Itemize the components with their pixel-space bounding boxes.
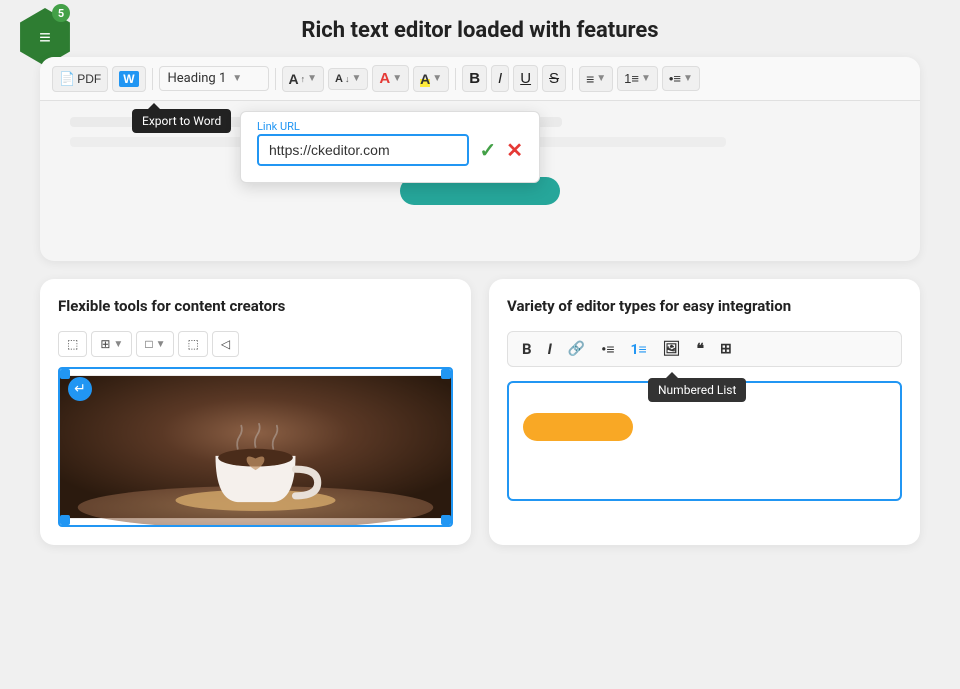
toolbar-separator-4 — [572, 68, 573, 90]
chevron-down-icon-3: ▼ — [352, 73, 362, 84]
numbered-list-icon-top: 1≡ — [624, 71, 639, 86]
image-toolbar: ⬚ ⊞ ▼ □ ▼ ⬚ ◁ — [58, 331, 453, 357]
resize-handle-bl[interactable] — [60, 515, 70, 525]
chevron-down-icon: ▼ — [232, 73, 242, 84]
img-resize-icon: ⬚ — [187, 337, 198, 351]
img-visibility-icon: ◁ — [221, 337, 230, 351]
chevron-down-icon-6: ▼ — [596, 73, 606, 84]
pdf-icon: 📄 — [59, 71, 75, 87]
right-link-button[interactable]: 🔗 — [564, 339, 589, 359]
link-popup: Link URL ✓ ✕ — [240, 111, 540, 183]
chevron-down-icon-8: ▼ — [683, 73, 693, 84]
word-icon: W — [119, 71, 138, 87]
resize-handle-br[interactable] — [441, 515, 451, 525]
link-cancel-button[interactable]: ✕ — [506, 138, 523, 162]
link-url-input[interactable] — [257, 134, 469, 166]
notification-badge: 5 — [52, 4, 70, 22]
editor-toolbar: 📄 PDF W Heading 1 ▼ A ↑ ▼ A ↓ ▼ A ▼ — [40, 57, 920, 101]
left-panel-title: Flexible tools for content creators — [58, 297, 453, 315]
resize-handle-tr[interactable] — [441, 369, 451, 379]
page-header: Rich text editor loaded with features — [0, 0, 960, 57]
image-container[interactable]: ↵ — [58, 367, 453, 527]
export-pdf-button[interactable]: 📄 PDF — [52, 66, 108, 92]
img-resize-button[interactable]: ⬚ — [178, 331, 207, 357]
chevron-down-icon-7: ▼ — [641, 73, 651, 84]
left-panel: Flexible tools for content creators ⬚ ⊞ … — [40, 279, 471, 545]
underline-icon: U — [520, 70, 531, 87]
right-bullet-list-button[interactable]: •≡ — [597, 339, 618, 360]
right-bold-button[interactable]: B — [518, 338, 536, 360]
img-align-icon: □ — [145, 337, 152, 351]
highlight-button[interactable]: A ▼ — [413, 66, 449, 92]
heading-select[interactable]: Heading 1 ▼ — [159, 66, 269, 91]
bullet-list-button[interactable]: •≡ ▼ — [662, 66, 700, 91]
right-panel: Variety of editor types for easy integra… — [489, 279, 920, 545]
yellow-action-button[interactable] — [523, 413, 633, 441]
underline-button[interactable]: U — [513, 65, 538, 92]
img-align-button[interactable]: □ ▼ — [136, 331, 174, 357]
top-editor-panel: 📄 PDF W Heading 1 ▼ A ↑ ▼ A ↓ ▼ A ▼ — [40, 57, 920, 261]
bullet-list-icon: •≡ — [669, 71, 681, 86]
italic-icon: I — [498, 70, 502, 87]
right-blockquote-button[interactable]: ❝ — [692, 339, 708, 359]
numbered-list-button-top[interactable]: 1≡ ▼ — [617, 66, 658, 91]
link-input-row: ✓ ✕ — [257, 134, 523, 166]
export-word-button[interactable]: W — [112, 66, 145, 92]
chevron-down-icon-4: ▼ — [392, 73, 402, 84]
font-size-increase-button[interactable]: A ↑ ▼ — [282, 66, 325, 92]
img-side-icon: ⊞ — [100, 337, 110, 351]
strikethrough-button[interactable]: S — [542, 65, 566, 92]
font-size-down-icon: A — [335, 73, 343, 85]
right-italic-button[interactable]: I — [544, 338, 556, 360]
chevron-down-icon-2: ▼ — [307, 73, 317, 84]
font-size-up-icon: A — [289, 71, 299, 87]
right-numbered-list-button[interactable]: 1≡ — [626, 339, 650, 360]
bold-button[interactable]: B — [462, 65, 487, 92]
img-visibility-button[interactable]: ◁ — [212, 331, 239, 357]
right-image-button[interactable]: 🖼 — [659, 339, 685, 359]
page-title: Rich text editor loaded with features — [0, 18, 960, 43]
align-button[interactable]: ≡ ▼ — [579, 66, 613, 92]
italic-button[interactable]: I — [491, 65, 509, 92]
toolbar-separator-2 — [275, 68, 276, 90]
bold-icon: B — [469, 70, 480, 87]
link-url-label: Link URL — [253, 120, 304, 133]
right-panel-title: Variety of editor types for easy integra… — [507, 297, 902, 315]
numbered-list-tooltip: Numbered List — [648, 378, 746, 402]
toolbar-separator-1 — [152, 68, 153, 90]
align-icon: ≡ — [586, 71, 594, 87]
export-word-tooltip: Export to Word — [132, 109, 231, 133]
right-table-button[interactable]: ⊞ — [716, 339, 736, 359]
coffee-image — [60, 369, 451, 525]
chevron-down-icon-img2: ▼ — [156, 339, 166, 350]
strikethrough-icon: S — [549, 70, 559, 87]
toolbar-separator-3 — [455, 68, 456, 90]
right-editor-toolbar: B I 🔗 •≡ 1≡ 🖼 ❝ ⊞ Numbered List — [507, 331, 902, 367]
chevron-down-icon-img1: ▼ — [113, 339, 123, 350]
resize-handle-tl[interactable] — [60, 369, 70, 379]
image-handle[interactable]: ↵ — [68, 377, 92, 401]
chevron-down-icon-5: ▼ — [432, 73, 442, 84]
font-color-button[interactable]: A ▼ — [372, 65, 409, 92]
font-color-icon: A — [379, 70, 390, 87]
img-inline-icon: ⬚ — [67, 337, 78, 351]
bottom-panels: Flexible tools for content creators ⬚ ⊞ … — [40, 279, 920, 545]
highlight-icon: A — [420, 71, 430, 87]
link-confirm-button[interactable]: ✓ — [479, 138, 496, 162]
logo-icon: ≡ — [39, 27, 51, 47]
font-size-decrease-button[interactable]: A ↓ ▼ — [328, 68, 368, 90]
img-inline-button[interactable]: ⬚ — [58, 331, 87, 357]
img-side-button[interactable]: ⊞ ▼ — [91, 331, 132, 357]
